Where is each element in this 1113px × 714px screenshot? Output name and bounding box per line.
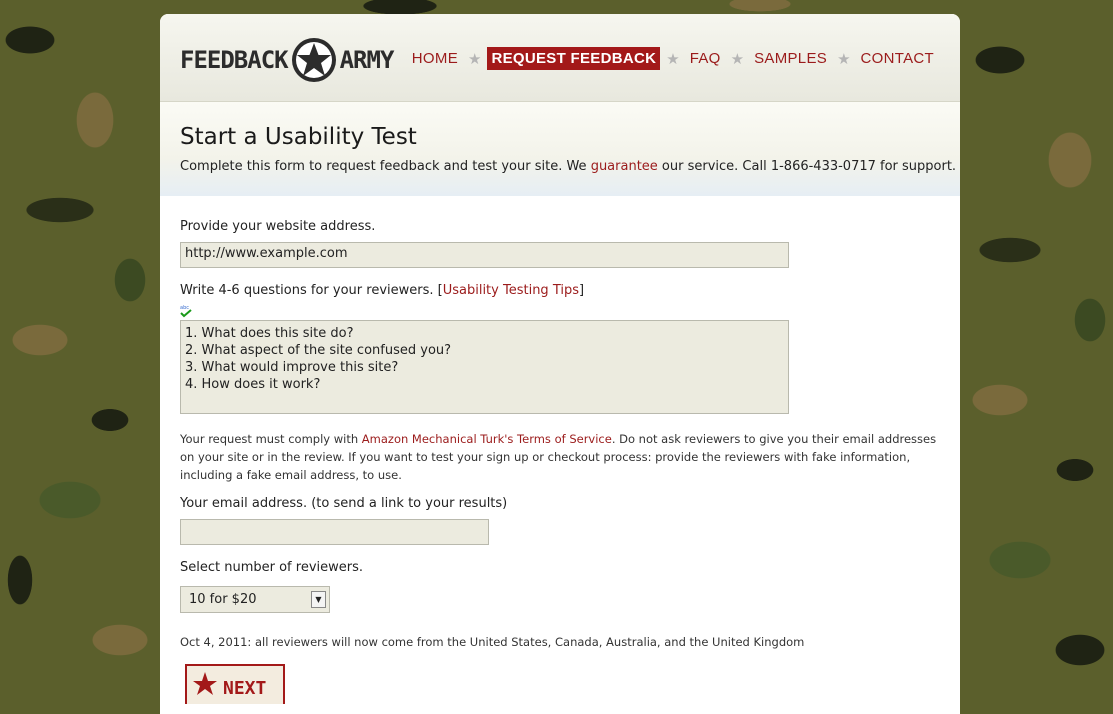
questions-label-text: Write 4-6 questions for your reviewers. … [180, 283, 443, 298]
usability-tips-link[interactable]: Usability Testing Tips [443, 283, 579, 298]
nav-star-separator-icon: ★ [666, 49, 680, 68]
questions-textarea[interactable]: 1. What does this site do? 2. What aspec… [180, 320, 789, 414]
questions-label: Write 4-6 questions for your reviewers. … [180, 283, 584, 298]
nav-faq[interactable]: FAQ [686, 47, 725, 70]
reviewers-select[interactable]: 10 for $20 ▼ [180, 586, 330, 613]
reviewers-label: Select number of reviewers. [180, 560, 364, 575]
compliance-notice: Your request must comply with Amazon Mec… [180, 430, 940, 484]
site-header: FEEDBACK ARMY HOME ★ REQUEST FEEDBACK ★ … [160, 14, 960, 102]
nav-samples[interactable]: SAMPLES [750, 47, 831, 70]
star-badge-icon [291, 38, 336, 82]
intro-text-start: Complete this form to request feedback a… [180, 159, 591, 174]
next-button-label: NEXT [223, 678, 267, 699]
nav-contact[interactable]: CONTACT [857, 47, 938, 70]
next-button[interactable]: NEXT [185, 664, 285, 704]
nav-star-separator-icon: ★ [837, 49, 851, 68]
spellcheck-icon[interactable]: abc [180, 304, 194, 318]
intro-text: Complete this form to request feedback a… [180, 159, 956, 174]
reviewers-selected-value: 10 for $20 [189, 592, 257, 607]
nav-home[interactable]: HOME [408, 47, 462, 70]
nav-star-separator-icon: ★ [730, 49, 745, 68]
page-title: Start a Usability Test [180, 124, 417, 150]
chevron-down-icon[interactable]: ▼ [311, 591, 326, 608]
guarantee-link[interactable]: guarantee [591, 159, 658, 174]
intro-text-end: our service. Call 1-866-433-0717 for sup… [657, 159, 957, 174]
nav-star-separator-icon: ★ [468, 49, 482, 68]
email-input[interactable] [180, 519, 489, 545]
terms-of-service-link[interactable]: Amazon Mechanical Turk's Terms of Servic… [362, 432, 612, 446]
page-container: FEEDBACK ARMY HOME ★ REQUEST FEEDBACK ★ … [160, 14, 960, 714]
main-nav: HOME ★ REQUEST FEEDBACK ★ FAQ ★ SAMPLES … [408, 47, 938, 70]
update-note: Oct 4, 2011: all reviewers will now come… [180, 635, 805, 649]
notice-text-start: Your request must comply with [180, 432, 362, 446]
spellcheck-icon-label: abc [180, 305, 189, 311]
email-label: Your email address. (to send a link to y… [180, 496, 508, 511]
intro-section: Start a Usability Test Complete this for… [160, 102, 960, 196]
logo[interactable]: FEEDBACK ARMY [180, 36, 415, 84]
website-input[interactable]: http://www.example.com [180, 242, 789, 268]
nav-request-feedback[interactable]: REQUEST FEEDBACK [487, 47, 661, 70]
logo-text-right: ARMY [339, 46, 395, 74]
questions-label-end: ] [579, 283, 585, 298]
logo-text-left: FEEDBACK [180, 46, 289, 74]
website-label: Provide your website address. [180, 219, 376, 234]
